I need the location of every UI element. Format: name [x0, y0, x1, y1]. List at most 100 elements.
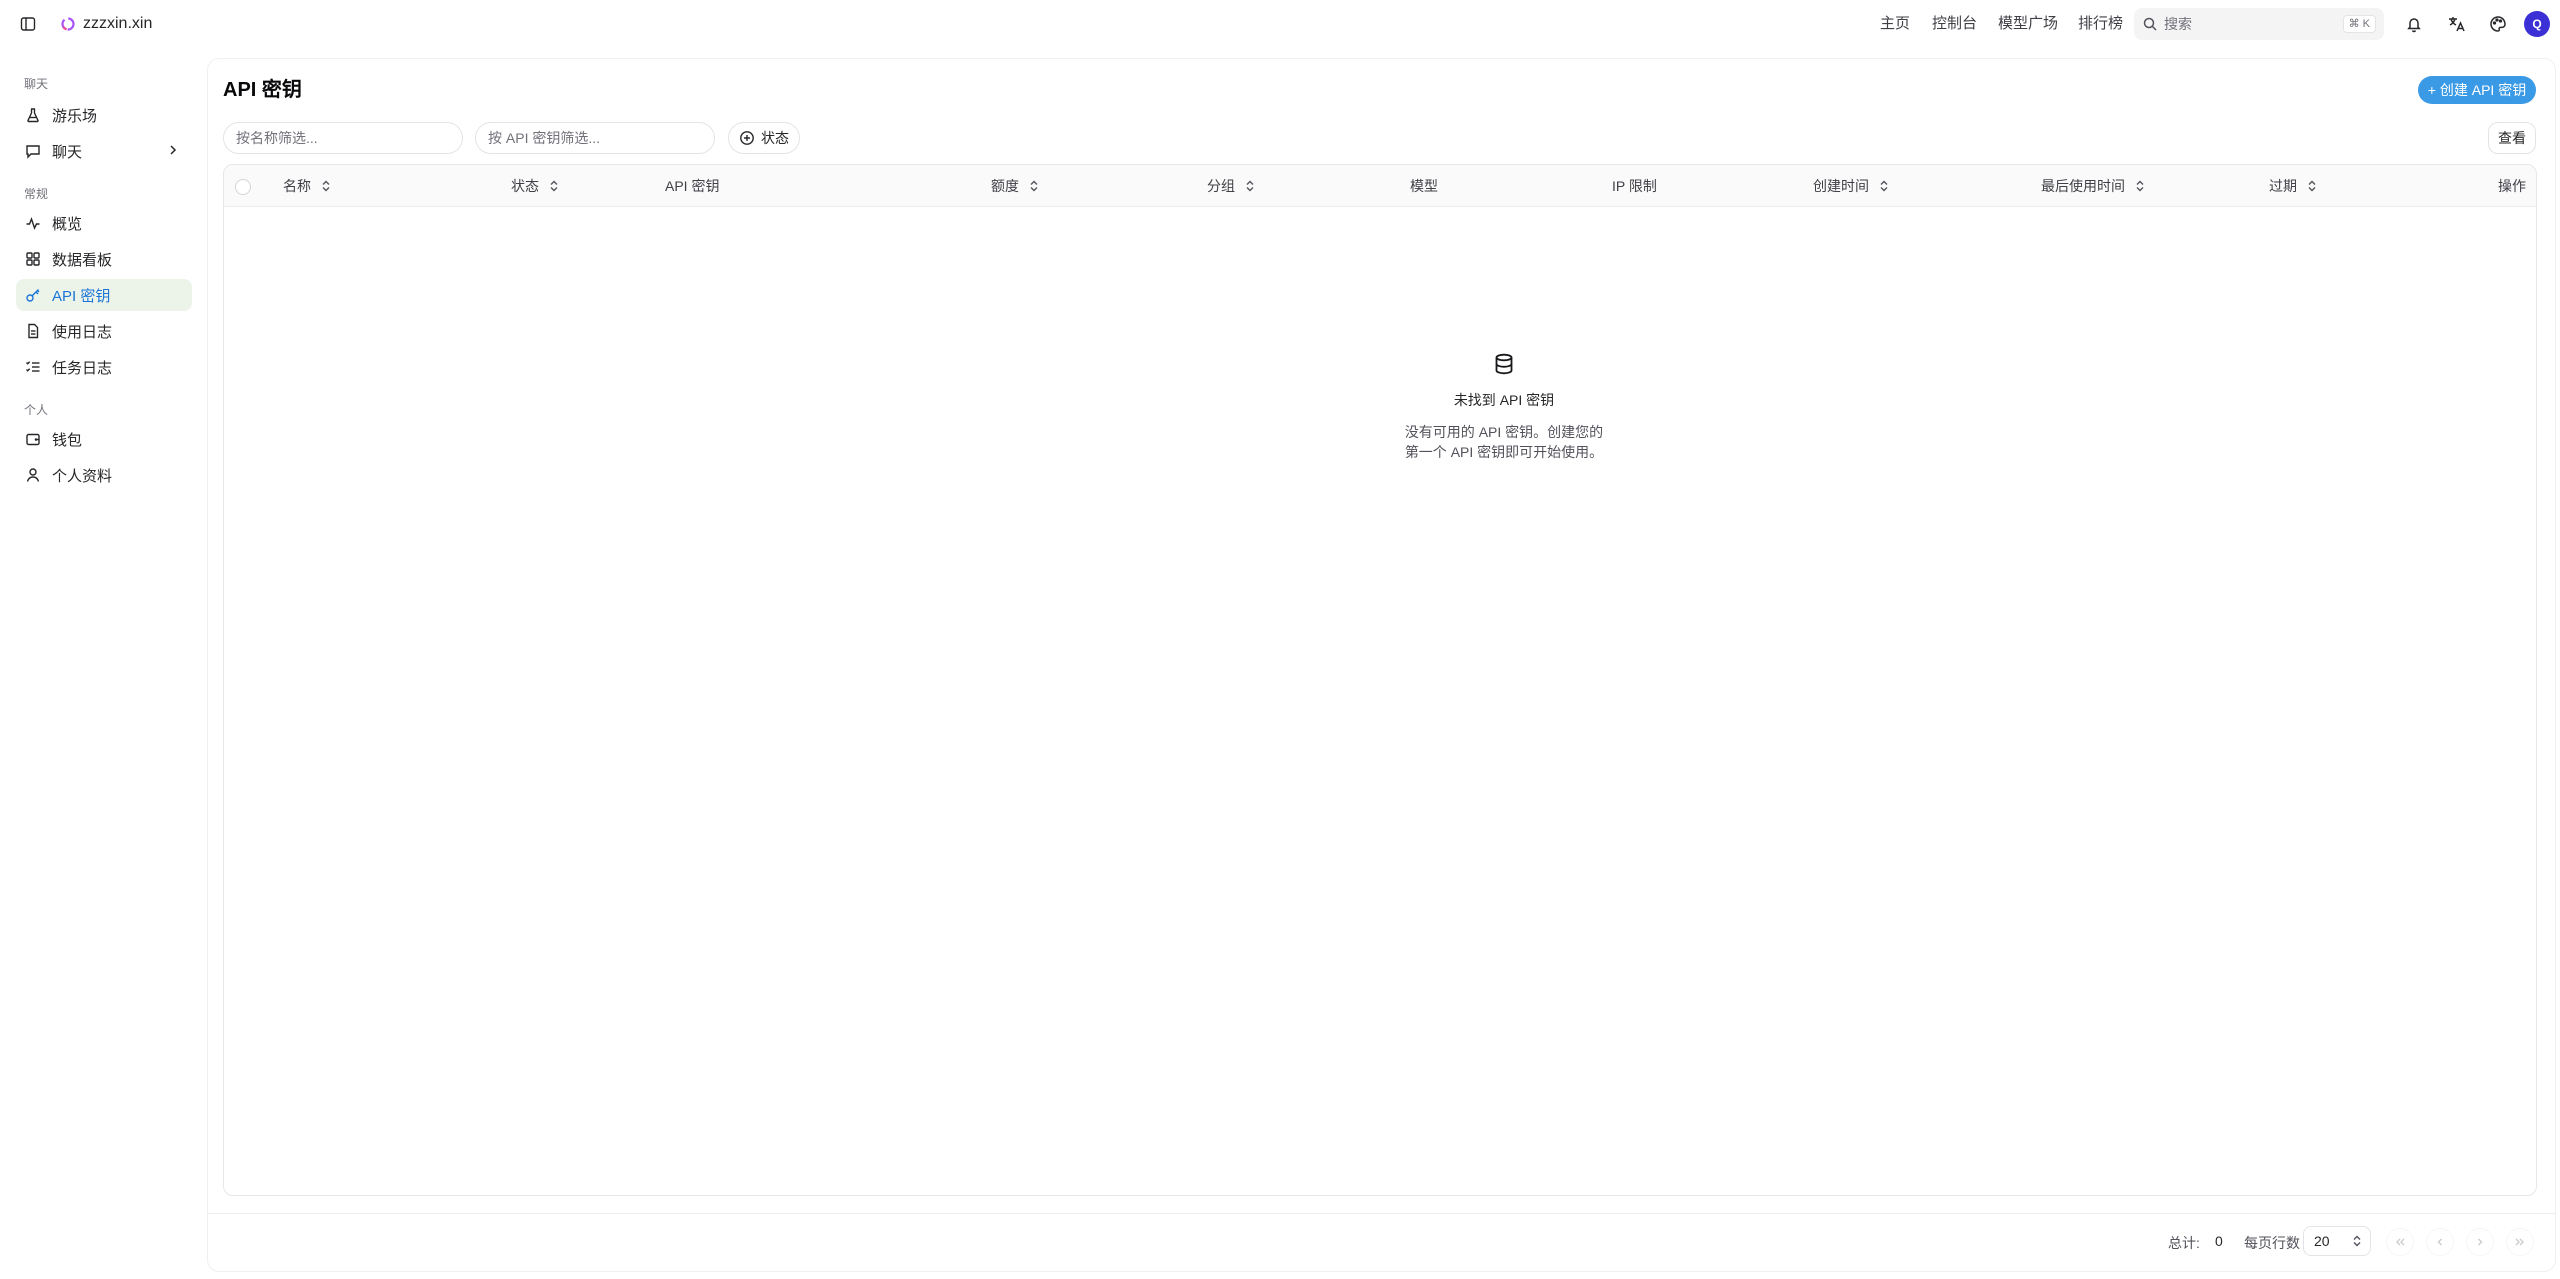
- column-header-label: 模型: [1410, 178, 1438, 194]
- column-header-quota[interactable]: 额度: [991, 176, 1039, 196]
- chevrons-left-icon: [2396, 1238, 2405, 1246]
- sidebar-item-task-logs[interactable]: 任务日志: [16, 351, 192, 383]
- status-filter-button[interactable]: 状态: [728, 122, 800, 154]
- sidebar-item-label: 钱包: [52, 431, 83, 449]
- sidebar-item-profile[interactable]: 个人资料: [16, 459, 192, 491]
- sidebar-item-playground[interactable]: 游乐场: [16, 99, 192, 131]
- nav-models[interactable]: 模型广场: [1998, 14, 2058, 34]
- nav-ranking[interactable]: 排行榜: [2078, 14, 2123, 34]
- sidebar-item-label: 数据看板: [52, 251, 113, 269]
- footer-divider: [207, 1213, 2556, 1214]
- view-options-button[interactable]: 查看: [2488, 122, 2536, 154]
- logo-icon: [60, 16, 76, 32]
- column-header-group[interactable]: 分组: [1207, 176, 1255, 196]
- create-api-key-button[interactable]: + 创建 API 密钥: [2418, 76, 2536, 104]
- sidebar-item-label: 个人资料: [52, 467, 113, 485]
- sidebar-item-label: 游乐场: [52, 107, 98, 125]
- list-checks-icon: [24, 358, 42, 376]
- search-shortcut: ⌘ K: [2342, 15, 2376, 33]
- bell-icon[interactable]: [2402, 12, 2426, 36]
- column-header-label: 分组: [1207, 178, 1235, 194]
- empty-state-title: 未找到 API 密钥: [1453, 392, 1555, 408]
- filter-key-input[interactable]: [475, 122, 715, 154]
- sort-icon: [1246, 180, 1254, 192]
- api-keys-table: 名称 状态 API 密钥 额度 分组 模型 IP 限制 创建时间 最后使用时间 …: [223, 164, 2537, 1196]
- column-header-label: 额度: [991, 178, 1019, 194]
- search-input[interactable]: 搜索 ⌘ K: [2134, 8, 2384, 40]
- sort-icon: [2308, 180, 2316, 192]
- site-name[interactable]: zzzxin.xin: [83, 14, 152, 34]
- sidebar: 聊天 游乐场 聊天 常规 概览 数据看板 API 密钥 使用日志 任务日志 个人…: [0, 48, 205, 1279]
- flask-icon: [24, 106, 42, 124]
- sidebar-item-label: 概览: [52, 215, 83, 233]
- sidebar-item-dashboard[interactable]: 数据看板: [16, 243, 192, 275]
- column-header-label: 创建时间: [1813, 178, 1869, 194]
- chevron-left-icon: [2437, 1238, 2442, 1246]
- table-header: 名称 状态 API 密钥 额度 分组 模型 IP 限制 创建时间 最后使用时间 …: [224, 165, 2536, 207]
- column-header-expires[interactable]: 过期: [2269, 176, 2317, 196]
- sidebar-item-label: 任务日志: [52, 359, 113, 377]
- column-header-label: 状态: [511, 178, 539, 194]
- palette-icon[interactable]: [2486, 12, 2510, 36]
- sort-icon: [550, 180, 558, 192]
- sidebar-item-overview[interactable]: 概览: [16, 207, 192, 239]
- sort-icon: [2136, 180, 2144, 192]
- column-header-last-used[interactable]: 最后使用时间: [2041, 176, 2145, 196]
- column-header-label: 名称: [283, 178, 311, 194]
- rows-per-page-value: 20: [2314, 1233, 2330, 1249]
- column-header-actions: 操作: [2498, 176, 2526, 196]
- column-header-status[interactable]: 状态: [511, 176, 559, 196]
- sidebar-item-api-keys[interactable]: API 密钥: [16, 279, 192, 311]
- key-icon: [24, 286, 42, 304]
- rows-per-page-select[interactable]: 20: [2303, 1226, 2371, 1256]
- sort-icon: [1880, 180, 1888, 192]
- total-label: 总计:: [2168, 1235, 2200, 1251]
- sidebar-item-label: 使用日志: [52, 323, 113, 341]
- empty-state-description: 没有可用的 API 密钥。创建您的第一个 API 密钥即可开始使用。: [1404, 424, 1604, 460]
- search-icon: [2143, 17, 2157, 31]
- top-bar: zzzxin.xin 主页 控制台 模型广场 排行榜 搜索 ⌘ K Q: [0, 0, 2560, 48]
- column-header-ip-limit: IP 限制: [1612, 176, 1657, 196]
- rows-per-page-label: 每页行数: [2244, 1235, 2300, 1251]
- column-header-name[interactable]: 名称: [283, 176, 331, 196]
- nav-console[interactable]: 控制台: [1932, 14, 1977, 34]
- last-page-button[interactable]: [2506, 1228, 2534, 1256]
- plus-circle-icon: [740, 131, 754, 145]
- file-text-icon: [24, 322, 42, 340]
- select-all-checkbox[interactable]: [235, 179, 251, 195]
- first-page-button[interactable]: [2386, 1228, 2414, 1256]
- search-placeholder: 搜索: [2164, 16, 2192, 32]
- column-header-label: 操作: [2498, 178, 2526, 194]
- chevrons-right-icon: [2515, 1238, 2524, 1246]
- avatar[interactable]: Q: [2524, 11, 2550, 37]
- column-header-label: IP 限制: [1612, 178, 1657, 194]
- sidebar-group-chat: 聊天: [24, 77, 49, 91]
- filter-name-input[interactable]: [223, 122, 463, 154]
- next-page-button[interactable]: [2466, 1228, 2494, 1256]
- user-icon: [24, 466, 42, 484]
- translate-icon[interactable]: [2444, 12, 2468, 36]
- nav-home[interactable]: 主页: [1880, 14, 1910, 34]
- empty-state: 未找到 API 密钥 没有可用的 API 密钥。创建您的第一个 API 密钥即可…: [1304, 352, 1704, 462]
- column-header-model: 模型: [1410, 176, 1438, 196]
- total-value: 0: [2215, 1233, 2223, 1249]
- sidebar-item-chat[interactable]: 聊天: [16, 135, 192, 167]
- database-icon: [1492, 352, 1516, 376]
- sidebar-item-label: API 密钥: [52, 287, 111, 305]
- dashboard-icon: [24, 250, 42, 268]
- wallet-icon: [24, 430, 42, 448]
- sidebar-item-label: 聊天: [52, 143, 83, 161]
- sidebar-toggle-icon[interactable]: [18, 14, 38, 34]
- sidebar-item-wallet[interactable]: 钱包: [16, 423, 192, 455]
- message-icon: [24, 142, 42, 160]
- chevron-right-icon: [166, 143, 180, 157]
- column-header-label: API 密钥: [665, 178, 720, 194]
- sidebar-item-usage-logs[interactable]: 使用日志: [16, 315, 192, 347]
- column-header-label: 过期: [2269, 178, 2297, 194]
- column-header-label: 最后使用时间: [2041, 178, 2125, 194]
- previous-page-button[interactable]: [2426, 1228, 2454, 1256]
- sort-icon: [322, 180, 330, 192]
- chevrons-up-down-icon: [2353, 1235, 2361, 1247]
- status-filter-label: 状态: [761, 130, 789, 146]
- column-header-created-at[interactable]: 创建时间: [1813, 176, 1889, 196]
